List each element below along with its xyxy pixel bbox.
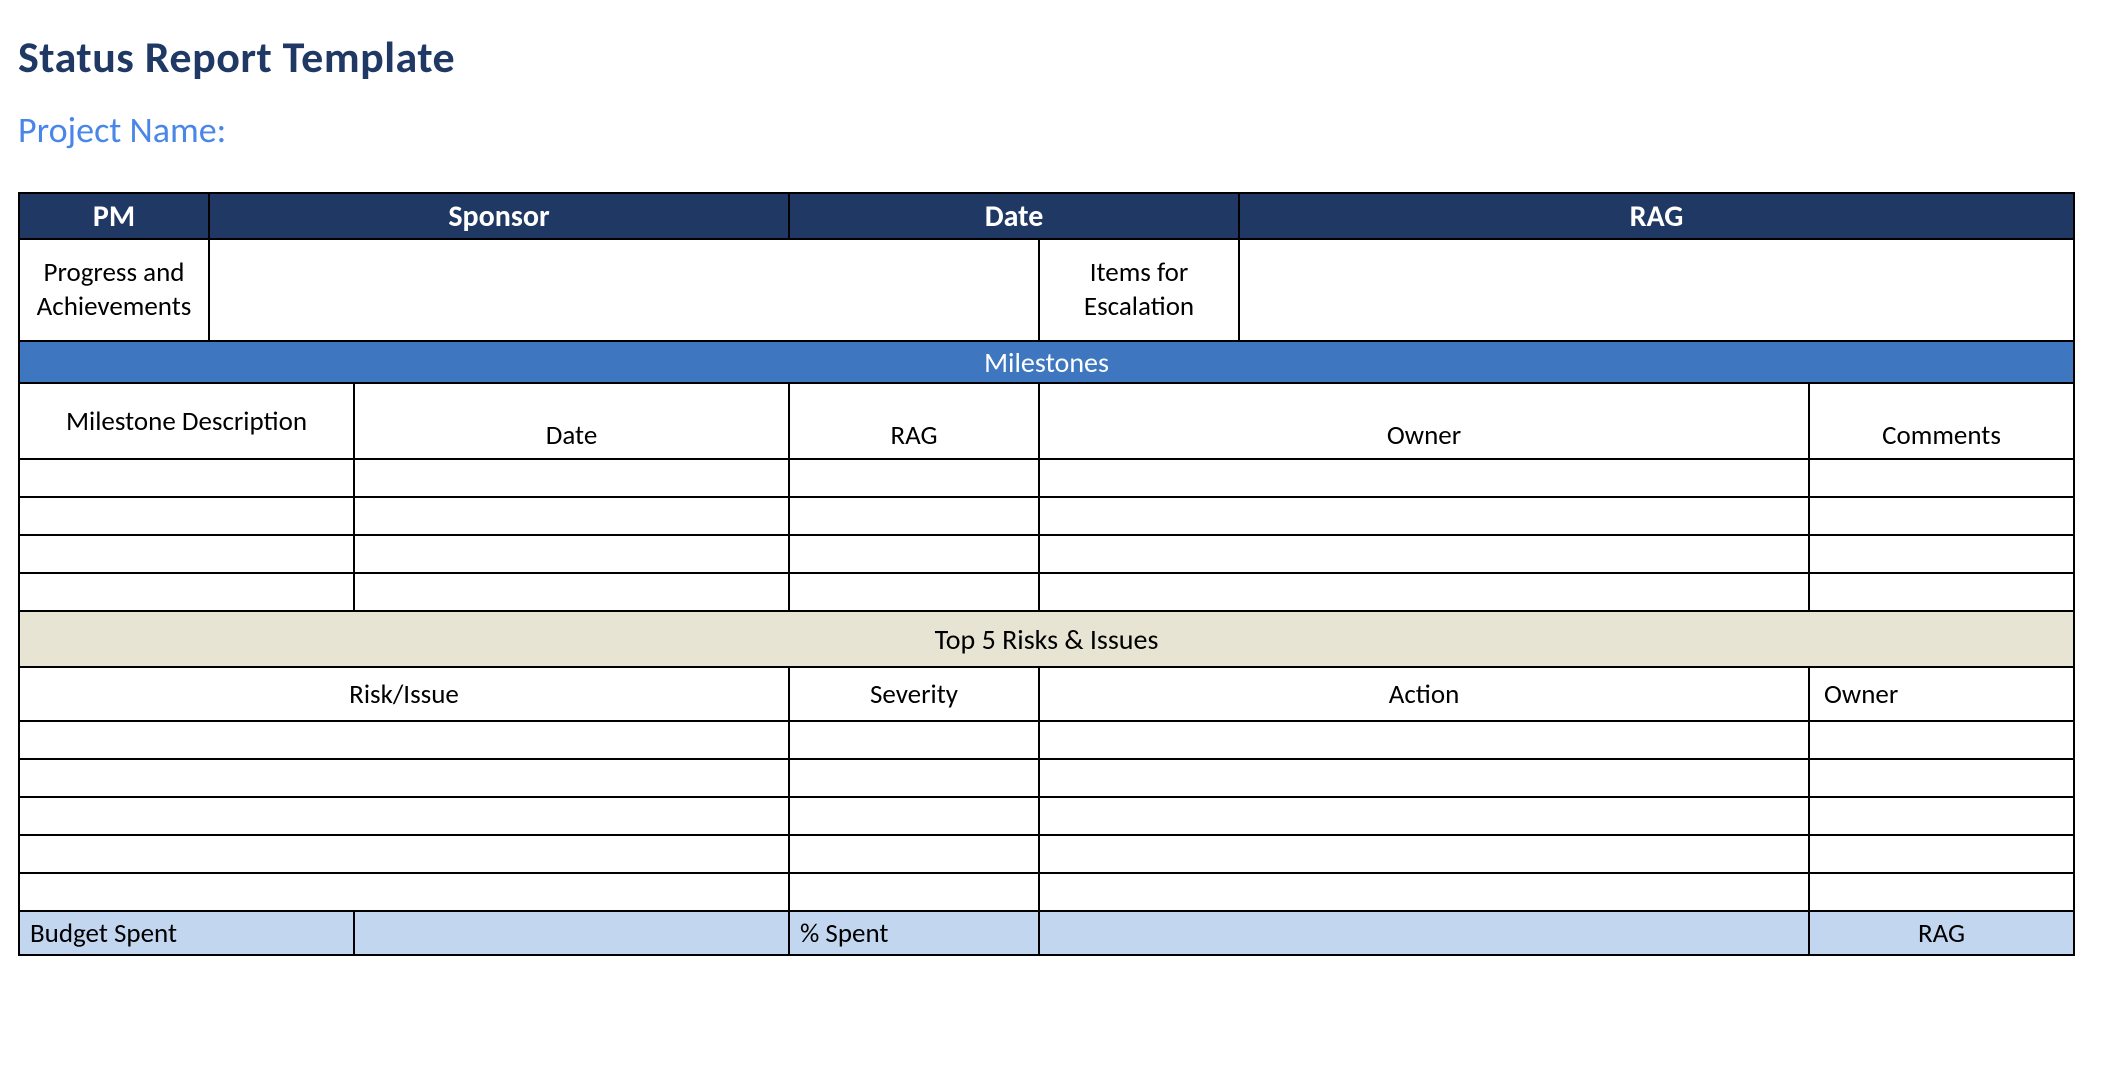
milestone-row[interactable] (19, 535, 2074, 573)
col-risk-issue: Risk/Issue (19, 667, 789, 721)
risk-row[interactable] (19, 759, 2074, 797)
risk-row[interactable] (19, 835, 2074, 873)
risk-row[interactable] (19, 721, 2074, 759)
col-risk-owner: Owner (1809, 667, 2074, 721)
header-sponsor: Sponsor (209, 193, 789, 239)
risk-row[interactable] (19, 873, 2074, 911)
header-rag: RAG (1239, 193, 2074, 239)
label-budget-spent: Budget Spent (19, 911, 354, 955)
band-risks: Top 5 Risks & Issues (19, 611, 2074, 667)
milestone-row[interactable] (19, 573, 2074, 611)
col-milestone-owner: Owner (1039, 383, 1809, 459)
milestone-row[interactable] (19, 497, 2074, 535)
col-risk-severity: Severity (789, 667, 1039, 721)
band-milestones: Milestones (19, 341, 2074, 383)
col-milestone-description: Milestone Description (19, 383, 354, 459)
header-pm: PM (19, 193, 209, 239)
col-milestone-rag: RAG (789, 383, 1039, 459)
cell-budget-spent-value[interactable] (354, 911, 789, 955)
label-items-escalation: Items for Escalation (1039, 239, 1239, 341)
cell-progress-value[interactable] (209, 239, 1039, 341)
project-name-label: Project Name: (18, 108, 2085, 152)
cell-escalation-value[interactable] (1239, 239, 2074, 341)
col-milestone-date: Date (354, 383, 789, 459)
risk-row[interactable] (19, 797, 2074, 835)
header-date: Date (789, 193, 1239, 239)
label-budget-rag: RAG (1809, 911, 2074, 955)
cell-pct-spent-value[interactable] (1039, 911, 1809, 955)
label-progress-achievements: Progress and Achievements (19, 239, 209, 341)
milestone-row[interactable] (19, 459, 2074, 497)
col-milestone-comments: Comments (1809, 383, 2074, 459)
document-title: Status Report Template (18, 30, 2085, 84)
label-pct-spent: % Spent (789, 911, 1039, 955)
status-report-table: PM Sponsor Date RAG Progress and Achieve… (18, 192, 2075, 956)
col-risk-action: Action (1039, 667, 1809, 721)
